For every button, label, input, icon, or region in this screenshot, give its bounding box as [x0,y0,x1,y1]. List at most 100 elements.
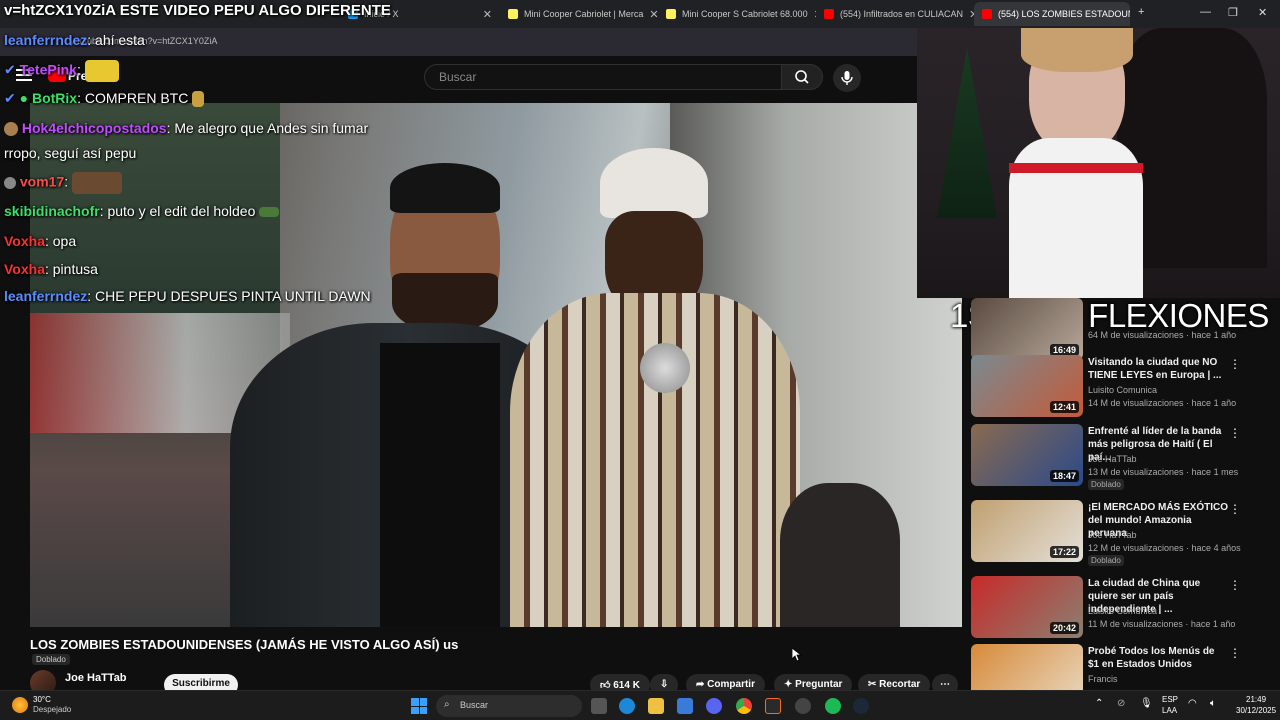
video-title: LOS ZOMBIES ESTADOUNIDENSES (JAMÁS HE VI… [30,637,459,652]
video-stats: 14 M de visualizaciones · hace 1 año [1088,398,1237,408]
chevron-up-icon[interactable]: ⌃ [1095,698,1103,709]
moderator-badge-icon: ✔ [4,61,16,78]
more-options-icon[interactable]: ⋮ [1229,502,1241,516]
mercadolibre-favicon-icon [666,9,676,19]
bitcoin-emote-icon [192,91,205,108]
streaming-app-icon[interactable] [765,698,781,714]
moderator-badge-icon: ✔ [4,90,16,106]
minimize-icon[interactable]: — [1200,6,1211,18]
more-options-icon[interactable]: ⋮ [1229,357,1241,371]
video-title[interactable]: Probé Todos los Menús de $1 en Estados U… [1088,645,1228,671]
maximize-icon[interactable]: ❐ [1228,6,1238,19]
video-stats: 13 M de visualizaciones · hace 1 mes [1088,467,1239,477]
task-view-icon[interactable] [591,698,607,714]
more-horizontal-icon: ⋯ [940,679,950,690]
chat-line: skibidinachofr: puto y el edit del holde… [4,203,280,219]
video-title[interactable]: Visitando la ciudad que NO TIENE LEYES e… [1088,356,1228,382]
chat-message: : puto y el edit del holdeo [99,203,256,219]
dubbed-badge: Doblado [1088,555,1124,566]
more-options-icon[interactable]: ⋮ [1229,578,1241,592]
video-stats: 11 M de visualizaciones · hace 1 año [1088,619,1236,629]
keyboard-layout[interactable]: LAA [1162,706,1177,715]
voice-search-button[interactable] [833,64,861,92]
spotify-icon[interactable] [825,698,841,714]
webcam-feed [917,28,1280,298]
recommended-video[interactable]: Probé Todos los Menús de $1 en Estados U… [971,644,1271,690]
discord-icon[interactable] [706,698,722,714]
chrome-icon[interactable] [736,698,752,714]
streamer-hair [1021,28,1133,72]
recommended-video[interactable]: 12:41 Visitando la ciudad que NO TIENE L… [971,355,1271,417]
channel-name[interactable]: Joe HaTTab [1088,530,1137,540]
weather-temperature: 30°C [33,695,51,704]
tab-mercado-2[interactable]: Mini Cooper S Cabriolet 68.000 ✕ [658,2,816,26]
chat-line: rropo, seguí así pepu [4,145,136,161]
input-language[interactable]: ESP [1162,695,1178,704]
jersey-stripe [1009,163,1143,173]
volume-icon[interactable]: 🔈︎ [1210,698,1216,709]
chat-username: Voxha [4,233,45,249]
taskbar-search[interactable]: ⌕ Buscar [436,695,582,717]
chat-line: vom17: [4,172,123,194]
file-explorer-icon[interactable] [648,698,664,714]
video-thumbnail[interactable]: 20:42 [971,576,1083,638]
wifi-icon[interactable]: ◠ [1188,698,1197,709]
recommended-video[interactable]: 18:47 Enfrenté al líder de la banda más … [971,424,1271,490]
tab-label: Mini Cooper Cabriolet | Merca [524,9,644,19]
chat-message: : [76,61,81,78]
clock-date[interactable]: 30/12/2025 [1236,706,1276,715]
video-thumbnail[interactable]: 17:22 [971,500,1083,562]
recommended-video[interactable]: 16:49 64 M de visualizaciones · hace 1 a… [971,298,1271,360]
stream-overlay-title: v=htZCX1Y0ZiA ESTE VIDEO PEPU ALGO DIFER… [4,2,391,19]
channel-name[interactable]: Joe HaTTab [1088,454,1137,464]
video-thumbnail[interactable]: 18:47 [971,424,1083,486]
taskbar-search-label: Buscar [460,700,489,710]
network-off-icon[interactable]: ⊘ [1117,698,1125,709]
video-thumbnail[interactable]: 16:49 [971,298,1083,360]
chat-line: leanferrndez: ahí esta [4,32,145,48]
channel-name[interactable]: Luisito Comunica [1088,606,1157,616]
chat-message: : [64,173,69,190]
recommended-video[interactable]: 20:42 La ciudad de China que quiere ser … [971,576,1271,638]
edge-browser-icon[interactable] [619,698,635,714]
channel-name[interactable]: Joe HaTTab [65,672,127,684]
search-button[interactable] [781,64,823,90]
thumbs-down-icon: ⇩ [660,679,669,690]
microphone-icon[interactable]: 🎙︎ [1140,698,1153,709]
close-icon[interactable]: ✕ [483,8,492,21]
clock-time[interactable]: 21:49 [1246,695,1266,704]
weather-sun-icon[interactable] [12,697,28,713]
channel-name[interactable]: Luisito Comunica [1088,385,1157,395]
settings-icon[interactable] [795,698,811,714]
search-input[interactable]: Buscar [424,64,782,90]
tab-mercado-1[interactable]: Mini Cooper Cabriolet | Merca ✕ [500,2,658,26]
tab-youtube-active[interactable]: (554) LOS ZOMBIES ESTADOUNI ✕ [974,2,1130,26]
person-right-beanie [600,148,708,218]
windows-start-icon[interactable] [411,698,427,714]
minion-emote-icon [84,60,119,82]
chat-username: Hok4elchicopostados [21,120,167,136]
tab-youtube-1[interactable]: (554) Infiltrados en CULIACAN ✕ [816,2,974,26]
store-icon[interactable] [677,698,693,714]
chat-line: ✔ ● BotRix: COMPREN BTC [4,90,205,108]
dubbed-badge: Doblado [1088,479,1124,490]
person-right-flannel [510,293,800,627]
steam-icon[interactable] [853,698,869,714]
video-stats: 64 M de visualizaciones · hace 1 año [1088,330,1237,340]
close-icon[interactable]: ✕ [649,8,658,21]
window-close-icon[interactable]: ✕ [1258,6,1267,19]
chat-username: leanferrndez [4,288,88,304]
channel-name[interactable]: Francis [1088,674,1118,684]
video-thumbnail[interactable]: 12:41 [971,355,1083,417]
new-tab-icon[interactable]: + [1138,6,1144,18]
search-icon: ⌕ [444,699,450,710]
weather-condition: Despejado [33,705,72,714]
recommended-video[interactable]: 17:22 ¡El MERCADO MÁS EXÓTICO del mundo!… [971,500,1271,566]
video-thumbnail[interactable] [971,644,1083,690]
pendant-chain [640,343,690,393]
chat-username: TetePink [19,61,77,78]
chat-message: : CHE PEPU DESPUES PINTA UNTIL DAWN [87,288,371,304]
more-options-icon[interactable]: ⋮ [1229,426,1241,440]
youtube-favicon-icon [982,9,992,19]
more-options-icon[interactable]: ⋮ [1229,646,1241,660]
